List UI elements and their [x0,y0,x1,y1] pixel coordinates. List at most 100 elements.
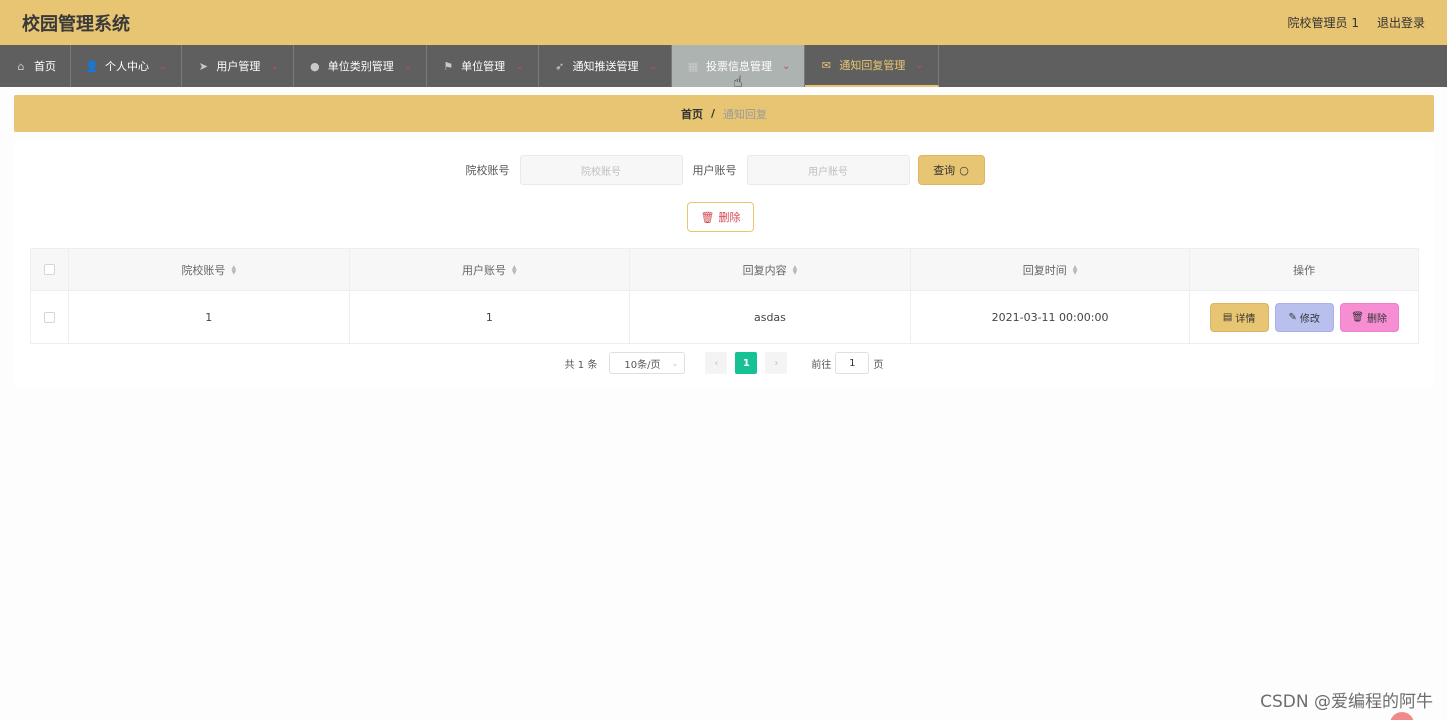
chevron-down-icon: ⌄ [671,358,679,368]
nav-item-unit-category[interactable]: ● 单位类别管理 ⌄ [294,45,428,87]
breadcrumb-current: 通知回复 [723,107,768,121]
app-root: 校园管理系统 院校管理员 1 退出登录 ⌂ 首页 👤 个人中心 ⌄ ➤ 用户管理… [0,0,1447,720]
column-header-time[interactable]: 回复时间 ▲ ▼ [911,249,1191,290]
home-icon: ⌂ [17,59,25,73]
page-size-select[interactable]: 10条/页 ⌄ [609,352,686,374]
watermark: CSDN @爱编程的阿牛 [1260,692,1433,712]
table-header-row: 院校账号 ▲ ▼ 用户账号 ▲ ▼ 回复内容 ▲ ▼ 回复时间 ▲ ▼ 操作 [31,249,1418,291]
batch-delete-button[interactable]: 🗑 删除 [687,202,754,232]
breadcrumb: 首页 / 通知回复 [14,95,1434,132]
pencil-icon: ✎ [1288,311,1297,323]
column-header-content[interactable]: 回复内容 ▲ ▼ [630,249,911,290]
cell-content: asdas [630,291,911,343]
mail-icon: ✉ [821,58,831,72]
cell-user: 1 [350,291,631,343]
chevron-down-icon: ⌄ [648,60,657,72]
table-row: 1 1 asdas 2021-03-11 00:00:00 ▤ 详情 ✎ 修改 … [31,291,1418,343]
chevron-left-icon: ‹ [714,357,719,369]
query-button[interactable]: 查询 ○ [917,155,985,185]
chevron-down-icon: ⌄ [781,60,791,72]
select-all-checkbox[interactable] [43,264,55,275]
pagination: 共 1 条 10条/页 ⌄ ‹ 1 › 前往 1 页 [14,352,1434,374]
pagination-total: 共 1 条 [564,359,598,371]
header-label: 回复内容 [742,263,787,277]
sort-icon[interactable]: ▲ ▼ [512,264,517,275]
user-icon: 👤 [85,59,99,73]
location-pin-icon: ● [309,59,320,73]
chevron-down-icon: ⌄ [270,60,279,72]
page-jumper: 前往 1 页 [811,352,883,374]
cell-time: 2021-03-11 00:00:00 [911,291,1191,343]
page-size-value: 10条/页 [624,359,661,371]
search-icon: ○ [959,163,969,177]
header-label: 院校账号 [181,263,226,277]
nav-item-notice-reply[interactable]: ✉ 通知回复管理 ⌄ [805,45,939,87]
nav-label: 单位管理 [461,60,506,73]
chevron-down-icon: ⌄ [515,60,524,72]
edit-button[interactable]: ✎ 修改 [1274,302,1334,332]
nav-label: 单位类别管理 [327,60,394,73]
row-checkbox[interactable] [43,311,55,323]
document-icon: ▤ [1222,311,1233,323]
nav-item-unit-management[interactable]: ⚑ 单位管理 ⌄ [427,45,539,87]
nav-label: 首页 [34,60,56,73]
row-select-cell [31,291,69,343]
navigation-icon: ➶ [554,59,565,73]
sort-icon[interactable]: ▲ ▼ [231,264,236,275]
nav-label: 用户管理 [216,60,261,73]
row-delete-button[interactable]: 🗑 删除 [1339,302,1399,332]
current-user-label[interactable]: 院校管理员 1 [1288,14,1359,31]
user-account-input[interactable]: 用户账号 [746,155,910,185]
cell-actions: ▤ 详情 ✎ 修改 🗑 删除 [1190,291,1418,343]
pointer-cursor-icon: ☝ [733,72,743,91]
app-title: 校园管理系统 [22,13,130,35]
send-icon: ➤ [198,59,208,73]
next-page-button[interactable]: › [765,352,788,374]
trash-icon: 🗑 [700,210,715,224]
content-panel: 院校账号 院校账号 用户账号 用户账号 查询 ○ 🗑 删除 院校账号 ▲ ▼ 用… [14,140,1434,388]
breadcrumb-separator: / [710,107,716,120]
floating-badge-icon [1390,712,1414,720]
grid-icon: ▦ [687,59,699,73]
goto-page-input[interactable]: 1 [835,352,870,374]
school-account-label: 院校账号 [465,164,510,177]
prev-page-button[interactable]: ‹ [705,352,728,374]
nav-item-home[interactable]: ⌂ 首页 [0,45,71,87]
detail-button[interactable]: ▤ 详情 [1209,302,1269,332]
trash-icon: 🗑 [1351,311,1364,323]
breadcrumb-home[interactable]: 首页 [681,106,703,122]
data-table: 院校账号 ▲ ▼ 用户账号 ▲ ▼ 回复内容 ▲ ▼ 回复时间 ▲ ▼ 操作 1… [30,248,1419,344]
main-nav: ⌂ 首页 👤 个人中心 ⌄ ➤ 用户管理 ⌄ ● 单位类别管理 ⌄ ⚑ 单位管理… [0,45,1447,87]
logout-link[interactable]: 退出登录 [1377,14,1425,31]
user-account-label: 用户账号 [692,164,737,177]
cell-school: 1 [69,291,350,343]
delete-label: 删除 [718,211,741,224]
header-user-area: 院校管理员 1 退出登录 [1288,14,1425,31]
search-form: 院校账号 院校账号 用户账号 用户账号 查询 ○ [14,155,1434,185]
query-label: 查询 [933,164,956,177]
nav-item-personal-center[interactable]: 👤 个人中心 ⌄ [71,45,183,87]
nav-item-notice-push[interactable]: ➶ 通知推送管理 ⌄ [539,45,672,87]
delete-label: 删除 [1367,313,1387,325]
select-all-cell [31,249,69,290]
nav-label: 通知回复管理 [839,59,906,72]
flag-icon: ⚑ [443,59,454,73]
school-account-input[interactable]: 院校账号 [519,155,683,185]
page-number[interactable]: 1 [735,352,758,374]
chevron-down-icon: ⌄ [159,60,168,72]
nav-item-user-management[interactable]: ➤ 用户管理 ⌄ [182,45,294,87]
sort-icon[interactable]: ▲ ▼ [793,264,798,275]
goto-suffix: 页 [873,359,884,371]
column-header-user[interactable]: 用户账号 ▲ ▼ [350,249,631,290]
sort-icon[interactable]: ▲ ▼ [1073,264,1078,275]
column-header-school[interactable]: 院校账号 ▲ ▼ [69,249,350,290]
column-header-actions: 操作 [1190,249,1418,290]
top-header: 校园管理系统 院校管理员 1 退出登录 [0,0,1447,45]
header-label: 用户账号 [462,263,507,277]
nav-label: 个人中心 [105,60,149,73]
chevron-down-icon: ⌄ [403,60,413,72]
chevron-down-icon: ⌄ [915,59,924,71]
nav-label: 通知推送管理 [572,60,639,73]
detail-label: 详情 [1235,313,1256,325]
header-label: 操作 [1293,263,1316,277]
